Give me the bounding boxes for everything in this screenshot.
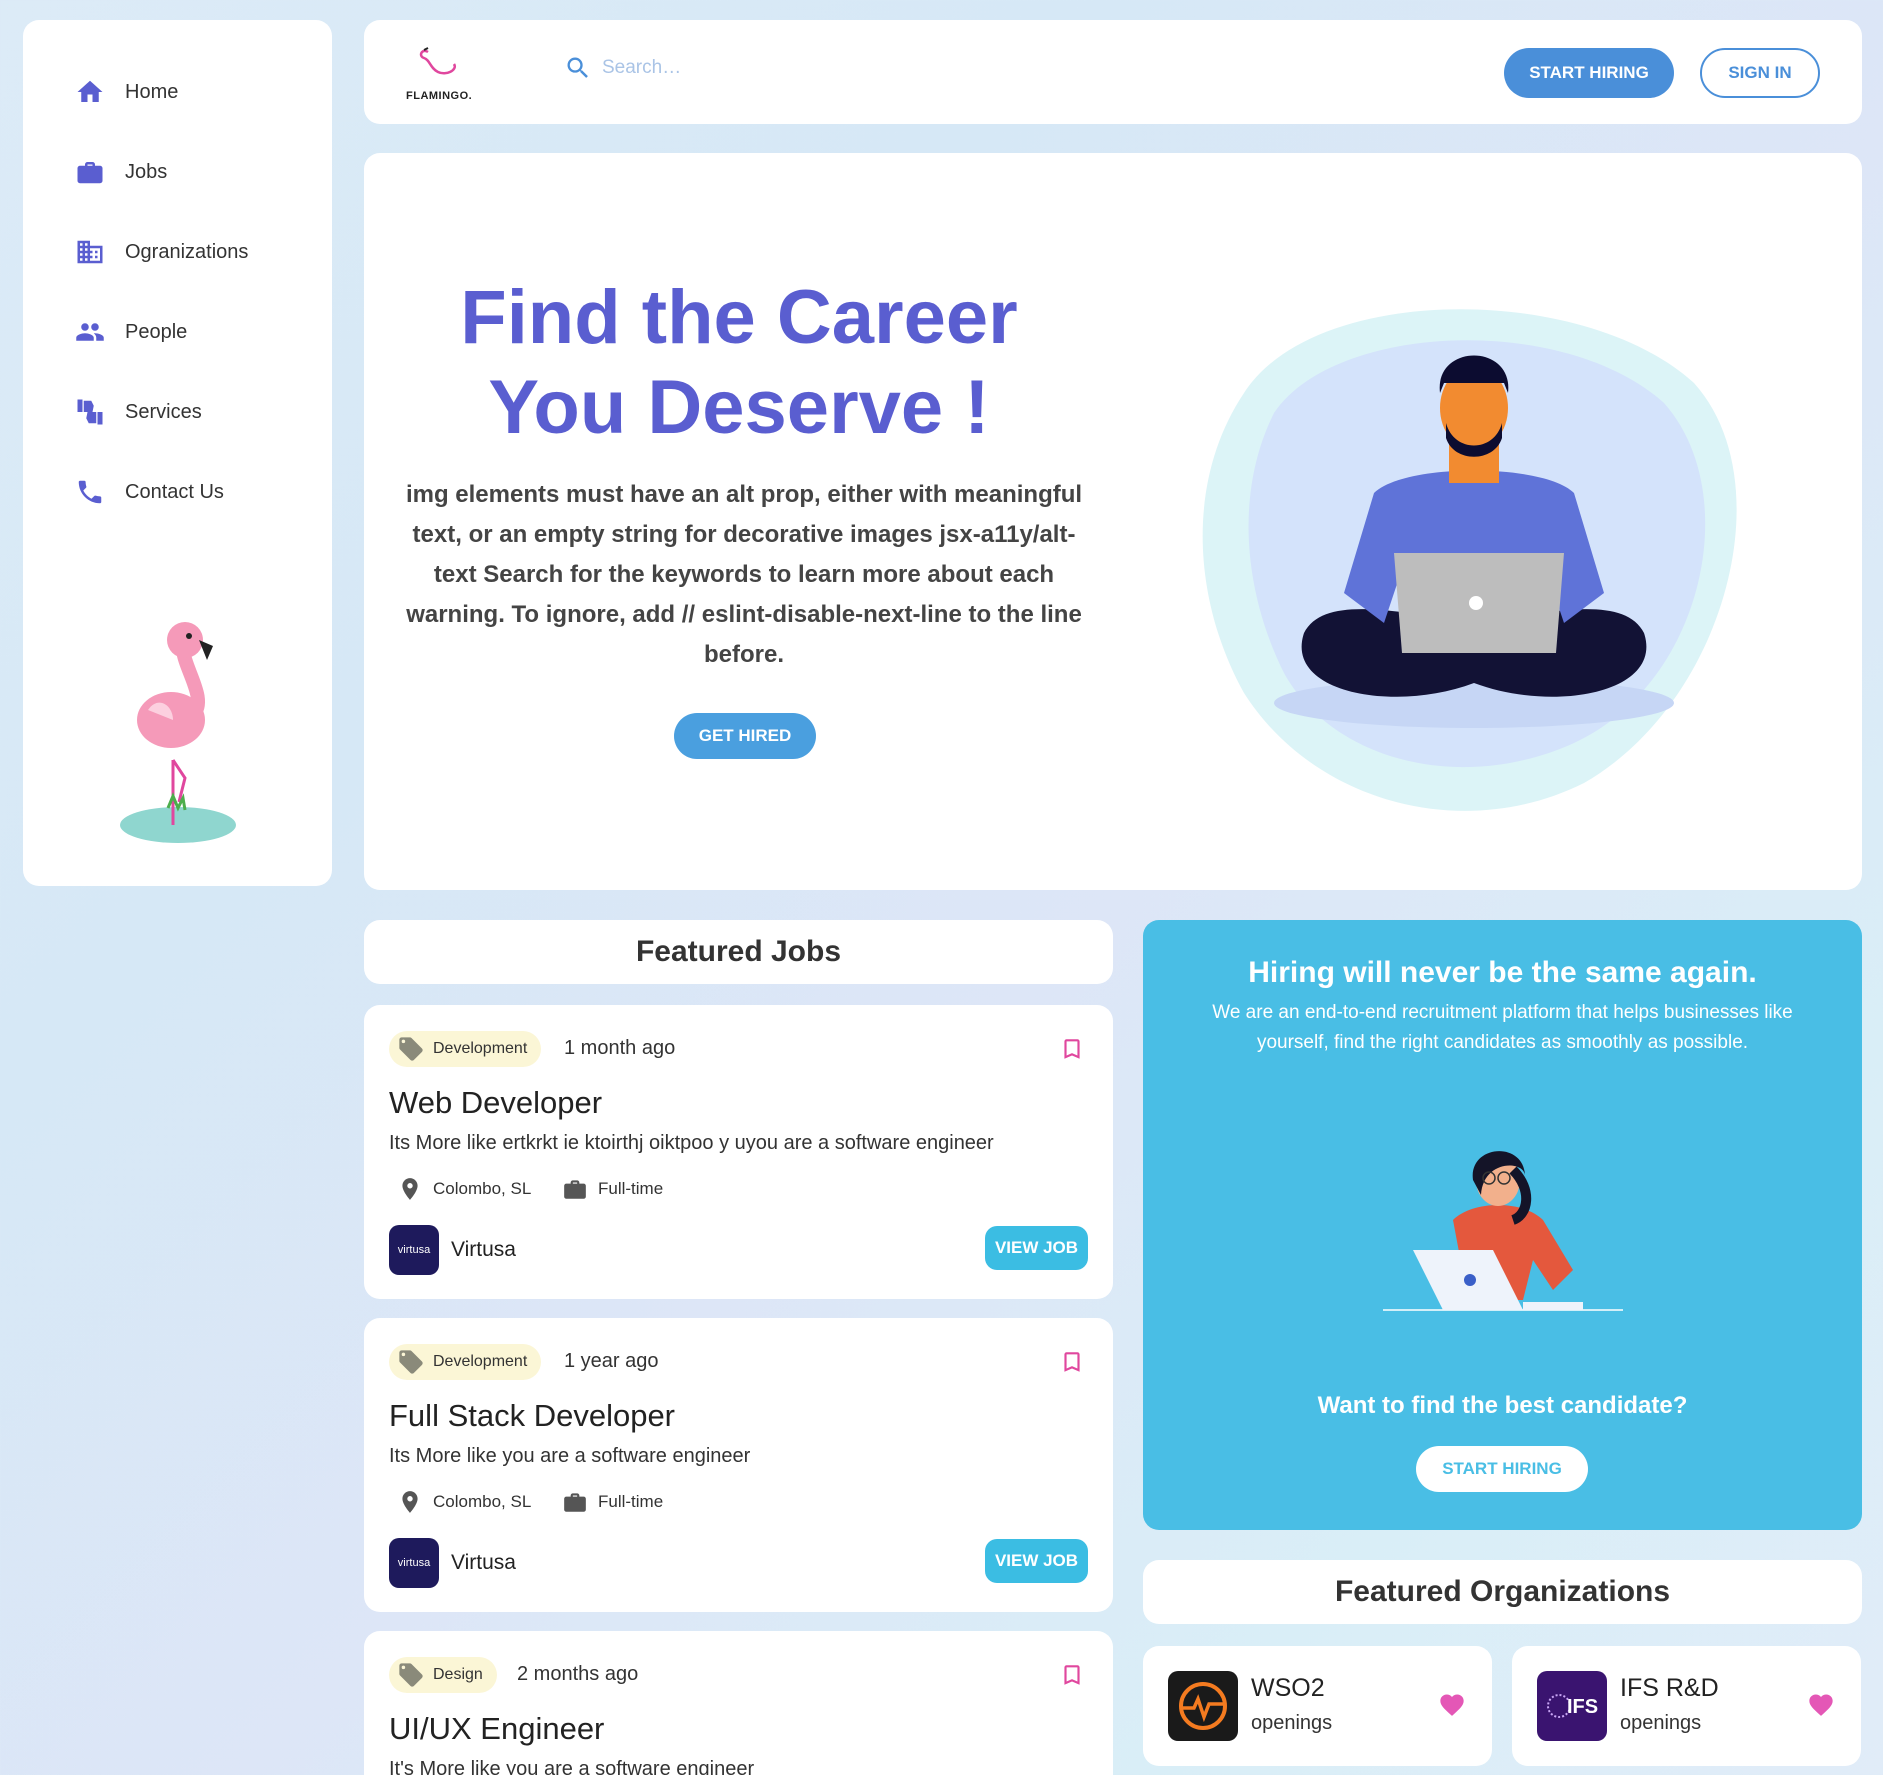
job-tag: Development [389,1031,542,1067]
hero-title: Find the Career You Deserve ! [460,275,1018,450]
job-posted-time: 2 months ago [517,1663,639,1685]
heart-icon[interactable] [1806,1691,1836,1719]
svg-text:IFS: IFS [1567,1696,1598,1718]
sidebar-item-label: People [125,320,188,343]
wso2-logo [1168,1671,1238,1741]
flamingo-logo-icon [419,47,457,75]
bookmark-icon[interactable] [1059,1661,1085,1689]
job-tag: Development [389,1344,542,1380]
sidebar: Home Jobs Ogranizations People Services … [23,20,332,886]
company: virtusa Virtusa [389,1538,516,1588]
org-card[interactable]: IFS IFS R&D openings [1512,1646,1861,1766]
briefcase-icon [77,162,103,184]
tag-icon [399,1350,423,1374]
org-openings: openings [1251,1712,1333,1734]
flamingo-logo[interactable]: FLAMINGO. [406,46,476,102]
home-icon [77,80,103,102]
featured-orgs-heading: Featured Organizations [1143,1560,1862,1624]
sidebar-item-label: Home [125,80,179,103]
sidebar-item-people[interactable]: People [75,312,187,352]
logo-text: FLAMINGO. [406,90,473,102]
job-tag-label: Design [433,1666,483,1683]
start-hiring-button[interactable]: START HIRING [1416,1446,1588,1492]
search-icon [567,57,588,78]
job-description: Its More like ertkrkt ie ktoirthj oiktpo… [389,1132,994,1154]
job-type: Full-time [562,1176,663,1202]
hiring-title: Hiring will never be the same again. [1248,956,1757,989]
sidebar-item-contact[interactable]: Contact Us [75,472,224,512]
job-tag: Design [389,1657,497,1693]
tag-icon [399,1663,423,1687]
bookmark-icon[interactable] [1059,1348,1085,1376]
job-posted-time: 1 month ago [564,1037,676,1059]
job-title: UI/UX Engineer [389,1711,605,1746]
search-bar[interactable] [564,54,902,82]
sidebar-item-organizations[interactable]: Ogranizations [75,232,248,272]
heart-icon[interactable] [1437,1691,1467,1719]
hiring-panel: Hiring will never be the same again. We … [1143,920,1862,1530]
job-card[interactable]: Design 2 months ago UI/UX Engineer It's … [364,1631,1113,1775]
featured-jobs-heading: Featured Jobs [364,920,1113,984]
person-laptop-illustration [1202,309,1737,811]
job-type-label: Full-time [598,1179,664,1198]
tag-icon [399,1037,423,1061]
company-logo: virtusa [389,1225,439,1275]
sidebar-item-label: Ogranizations [125,240,249,263]
get-hired-button[interactable]: GET HIRED [674,713,816,759]
job-tag-label: Development [433,1353,528,1370]
job-tag-label: Development [433,1040,528,1057]
job-description: Its More like you are a software enginee… [389,1445,751,1467]
header: FLAMINGO. START HIRING SIGN IN [364,20,1862,124]
job-title: Web Developer [389,1085,603,1120]
location-pin-icon [402,1491,418,1513]
sign-in-button[interactable]: SIGN IN [1700,48,1820,98]
hiring-text: We are an end-to-end recruitment platfor… [1212,1002,1793,1053]
ifs-logo-icon: IFS [1547,1694,1598,1718]
org-openings: openings [1620,1712,1702,1734]
job-location-label: Colombo, SL [433,1179,532,1198]
building-icon [77,240,103,264]
hero-section: Find the Career You Deserve ! img elemen… [364,153,1862,890]
company-name: Virtusa [451,1551,516,1574]
job-card[interactable]: Development 1 month ago Web Developer It… [364,1005,1113,1299]
job-location-label: Colombo, SL [433,1492,532,1511]
briefcase-icon [564,1180,586,1199]
company-logo: virtusa [389,1538,439,1588]
job-type: Full-time [562,1489,663,1515]
thumbs-icon [77,399,103,425]
sidebar-item-home[interactable]: Home [75,72,178,112]
job-posted-time: 1 year ago [564,1350,659,1372]
start-hiring-button[interactable]: START HIRING [1504,48,1674,98]
search-input[interactable] [602,57,902,79]
company-name: Virtusa [451,1238,516,1261]
flamingo-illustration [120,622,236,843]
wso2-logo-icon [1179,1682,1227,1730]
sidebar-item-services[interactable]: Services [75,392,202,432]
sidebar-item-label: Contact Us [125,480,224,503]
phone-icon [78,480,102,504]
company: virtusa Virtusa [389,1225,516,1275]
hero-text: img elements must have an alt prop, eith… [405,481,1083,668]
ifs-logo: IFS [1537,1671,1607,1741]
sidebar-item-label: Jobs [125,160,168,183]
people-icon [76,323,104,341]
org-card[interactable]: WSO2 openings [1143,1646,1492,1766]
location-pin-icon [402,1178,418,1200]
job-location: Colombo, SL [397,1489,531,1515]
sidebar-item-jobs[interactable]: Jobs [75,152,167,192]
hiring-question: Want to find the best candidate? [1317,1392,1688,1419]
job-card[interactable]: Development 1 year ago Full Stack Develo… [364,1318,1113,1612]
sidebar-item-label: Services [125,400,202,423]
job-type-label: Full-time [598,1492,664,1511]
woman-laptop-illustration [1383,1151,1623,1311]
view-job-button[interactable]: VIEW JOB [985,1226,1088,1270]
view-job-button[interactable]: VIEW JOB [985,1539,1088,1583]
org-name: IFS R&D [1620,1674,1719,1702]
briefcase-icon [564,1493,586,1512]
job-location: Colombo, SL [397,1176,531,1202]
job-title: Full Stack Developer [389,1398,676,1433]
org-name: WSO2 [1251,1674,1325,1702]
bookmark-icon[interactable] [1059,1035,1085,1063]
job-description: It's More like you are a software engine… [389,1758,755,1775]
